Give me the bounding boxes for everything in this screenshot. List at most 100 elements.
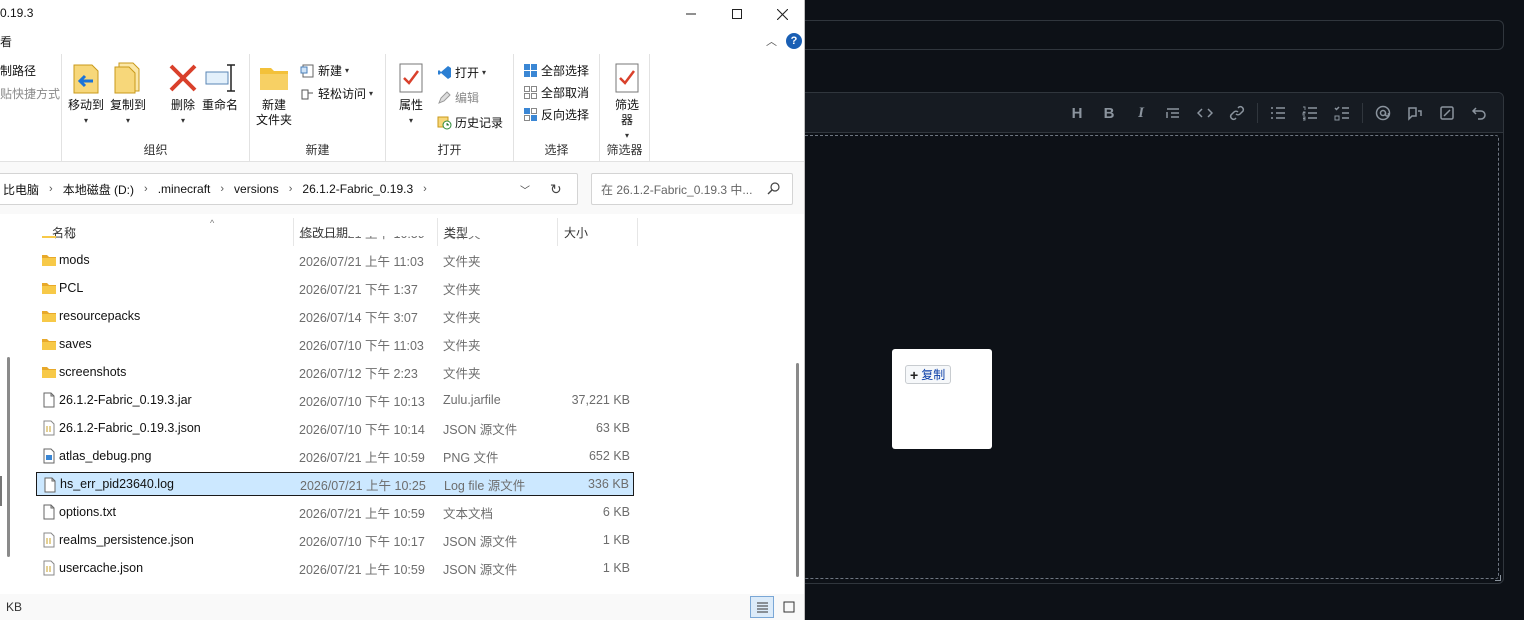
refresh-icon[interactable]: ↻	[550, 181, 562, 198]
large-icons-view-icon[interactable]	[777, 596, 801, 618]
saved-replies-icon[interactable]	[1431, 97, 1463, 129]
title-bar[interactable]: 0.19.3	[0, 0, 804, 28]
search-placeholder: 在 26.1.2-Fabric_0.19.3 中...	[601, 182, 753, 197]
breadcrumb-item[interactable]: 26.1.2-Fabric_0.19.3	[296, 182, 419, 196]
chevron-right-icon[interactable]: ›	[285, 183, 297, 195]
file-icon	[41, 392, 57, 408]
help-icon[interactable]: ?	[786, 33, 802, 49]
open-button[interactable]: 打开 ▾	[436, 64, 486, 81]
table-row[interactable]: 26.1.2-Fabric_0.19.3.jar 2026/07/10 下午 10…	[36, 388, 634, 412]
chevron-down-icon[interactable]: ﹀	[520, 182, 530, 197]
edit-button[interactable]: 编辑	[436, 89, 479, 106]
invert-selection-button[interactable]: 反向选择	[522, 106, 589, 123]
scrollbar-thumb[interactable]	[796, 363, 799, 577]
heading-icon[interactable]: H	[1061, 97, 1093, 129]
select-none-button[interactable]: 全部取消	[522, 84, 589, 101]
menu-view[interactable]: 看	[0, 33, 12, 50]
resize-handle[interactable]	[1495, 575, 1501, 581]
unordered-list-icon[interactable]	[1262, 97, 1294, 129]
breadcrumb-item[interactable]: 比电脑	[0, 181, 45, 198]
search-input[interactable]: 在 26.1.2-Fabric_0.19.3 中...	[591, 173, 793, 205]
bold-icon[interactable]: B	[1093, 97, 1125, 129]
file-type: 文件夹	[443, 236, 481, 242]
file-date: 2026/07/10 下午 10:17	[299, 534, 425, 549]
folder-icon	[41, 252, 57, 268]
file-date: 2026/07/10 下午 10:14	[299, 422, 425, 437]
details-view-icon[interactable]	[750, 596, 774, 618]
delete-button[interactable]: 删除 ▾	[166, 60, 200, 128]
table-row[interactable]: logs 2026/07/21 上午 10:59 文件夹	[36, 236, 634, 244]
table-row[interactable]: PCL 2026/07/21 下午 1:37 文件夹	[36, 276, 634, 300]
file-type: 文件夹	[443, 338, 481, 353]
move-to-button[interactable]: 移动到 ▾	[68, 60, 104, 128]
chevron-right-icon[interactable]: ›	[140, 183, 152, 195]
table-row[interactable]: realms_persistence.json 2026/07/10 下午 10:…	[36, 528, 634, 552]
address-bar-row: 比电脑 › 本地磁盘 (D:) › .minecraft › versions › 26.1.2…	[0, 172, 804, 208]
breadcrumb-item[interactable]: versions	[228, 182, 285, 196]
nav-pane-scrollbar[interactable]	[7, 357, 10, 557]
file-name: screenshots	[59, 365, 127, 379]
new-folder-icon	[257, 60, 291, 96]
window-title: 0.19.3	[0, 6, 34, 20]
ordered-list-icon[interactable]	[1294, 97, 1326, 129]
code-icon[interactable]	[1189, 97, 1221, 129]
task-list-icon[interactable]	[1326, 97, 1358, 129]
close-icon[interactable]	[759, 0, 804, 28]
table-row[interactable]: 26.1.2-Fabric_0.19.3.json 2026/07/10 下午 1…	[36, 416, 634, 440]
file-rows: logs 2026/07/21 上午 10:59 文件夹 mods 2026/07/21…	[0, 236, 804, 594]
file-type: 文件夹	[443, 366, 481, 381]
folder-icon	[41, 280, 57, 296]
file-type: PNG 文件	[443, 450, 499, 465]
table-row[interactable]: saves 2026/07/10 下午 11:03 文件夹	[36, 332, 634, 356]
maximize-icon[interactable]	[714, 0, 760, 28]
breadcrumb-item[interactable]: 本地磁盘 (D:)	[57, 181, 140, 198]
minimize-icon[interactable]	[668, 0, 714, 28]
address-bar[interactable]: 比电脑 › 本地磁盘 (D:) › .minecraft › versions › 26.1.2…	[0, 173, 578, 205]
rename-button[interactable]: 重命名	[202, 60, 238, 113]
paste-shortcut-button[interactable]: 贴快捷方式	[0, 85, 60, 102]
ribbon-group-label: 组织	[143, 143, 168, 157]
breadcrumb-item[interactable]: .minecraft	[152, 182, 217, 196]
file-type: JSON 源文件	[443, 422, 518, 437]
italic-icon[interactable]: I	[1125, 97, 1157, 129]
new-item-button[interactable]: 新建 ▾	[299, 62, 349, 79]
file-size: 1 KB	[602, 533, 630, 547]
easy-access-button[interactable]: 轻松访问 ▾	[299, 85, 373, 102]
quote-icon[interactable]	[1157, 97, 1189, 129]
reference-icon[interactable]	[1399, 97, 1431, 129]
table-row[interactable]: mods 2026/07/21 上午 11:03 文件夹	[36, 248, 634, 272]
select-all-icon	[522, 63, 538, 79]
table-row[interactable]: screenshots 2026/07/12 下午 2:23 文件夹	[36, 360, 634, 384]
collapse-ribbon-icon[interactable]: ︿	[766, 33, 777, 49]
copy-to-button[interactable]: 复制到 ▾	[110, 60, 146, 128]
undo-icon[interactable]	[1463, 97, 1495, 129]
file-name: 26.1.2-Fabric_0.19.3.json	[59, 421, 201, 435]
link-icon[interactable]	[1221, 97, 1253, 129]
file-explorer-window: 0.19.3 看 ︿ ? 制路径 贴快捷方式 移动到▾ 复制到▾ 删除▾	[0, 0, 805, 620]
chevron-right-icon[interactable]: ›	[216, 183, 228, 195]
select-all-button[interactable]: 全部选择	[522, 62, 589, 79]
title-input[interactable]	[790, 20, 1504, 50]
table-row[interactable]: resourcepacks 2026/07/14 下午 3:07 文件夹	[36, 304, 634, 328]
copy-path-button[interactable]: 制路径	[0, 62, 36, 79]
select-none-icon	[522, 85, 538, 101]
file-date: 2026/07/10 下午 11:03	[299, 338, 424, 353]
chevron-right-icon[interactable]: ›	[419, 183, 431, 195]
file-date: 2026/07/14 下午 3:07	[299, 310, 418, 325]
file-name: atlas_debug.png	[59, 449, 152, 463]
table-row[interactable]: hs_err_pid23640.log 2026/07/21 上午 10:25 Lo…	[36, 472, 634, 496]
table-row[interactable]: options.txt 2026/07/21 上午 10:59 文本文档 6 KB	[36, 500, 634, 524]
file-type: JSON 源文件	[443, 562, 518, 577]
table-row[interactable]: atlas_debug.png 2026/07/21 上午 10:59 PNG 文件…	[36, 444, 634, 468]
vertical-scrollbar[interactable]	[794, 217, 801, 591]
properties-button[interactable]: 属性 ▾	[394, 60, 428, 128]
history-button[interactable]: 历史记录	[436, 114, 503, 131]
mention-icon[interactable]	[1367, 97, 1399, 129]
copy-button[interactable]: + 复制	[905, 365, 952, 384]
folder-icon	[41, 236, 57, 240]
new-folder-button[interactable]: 新建 文件夹	[256, 60, 292, 128]
filter-button[interactable]: 筛选 器 ▾	[610, 60, 644, 143]
chevron-right-icon[interactable]: ›	[45, 183, 57, 195]
table-row[interactable]: usercache.json 2026/07/21 上午 10:59 JSON 源文…	[36, 556, 634, 580]
file-date: 2026/07/21 上午 11:03	[299, 254, 424, 269]
